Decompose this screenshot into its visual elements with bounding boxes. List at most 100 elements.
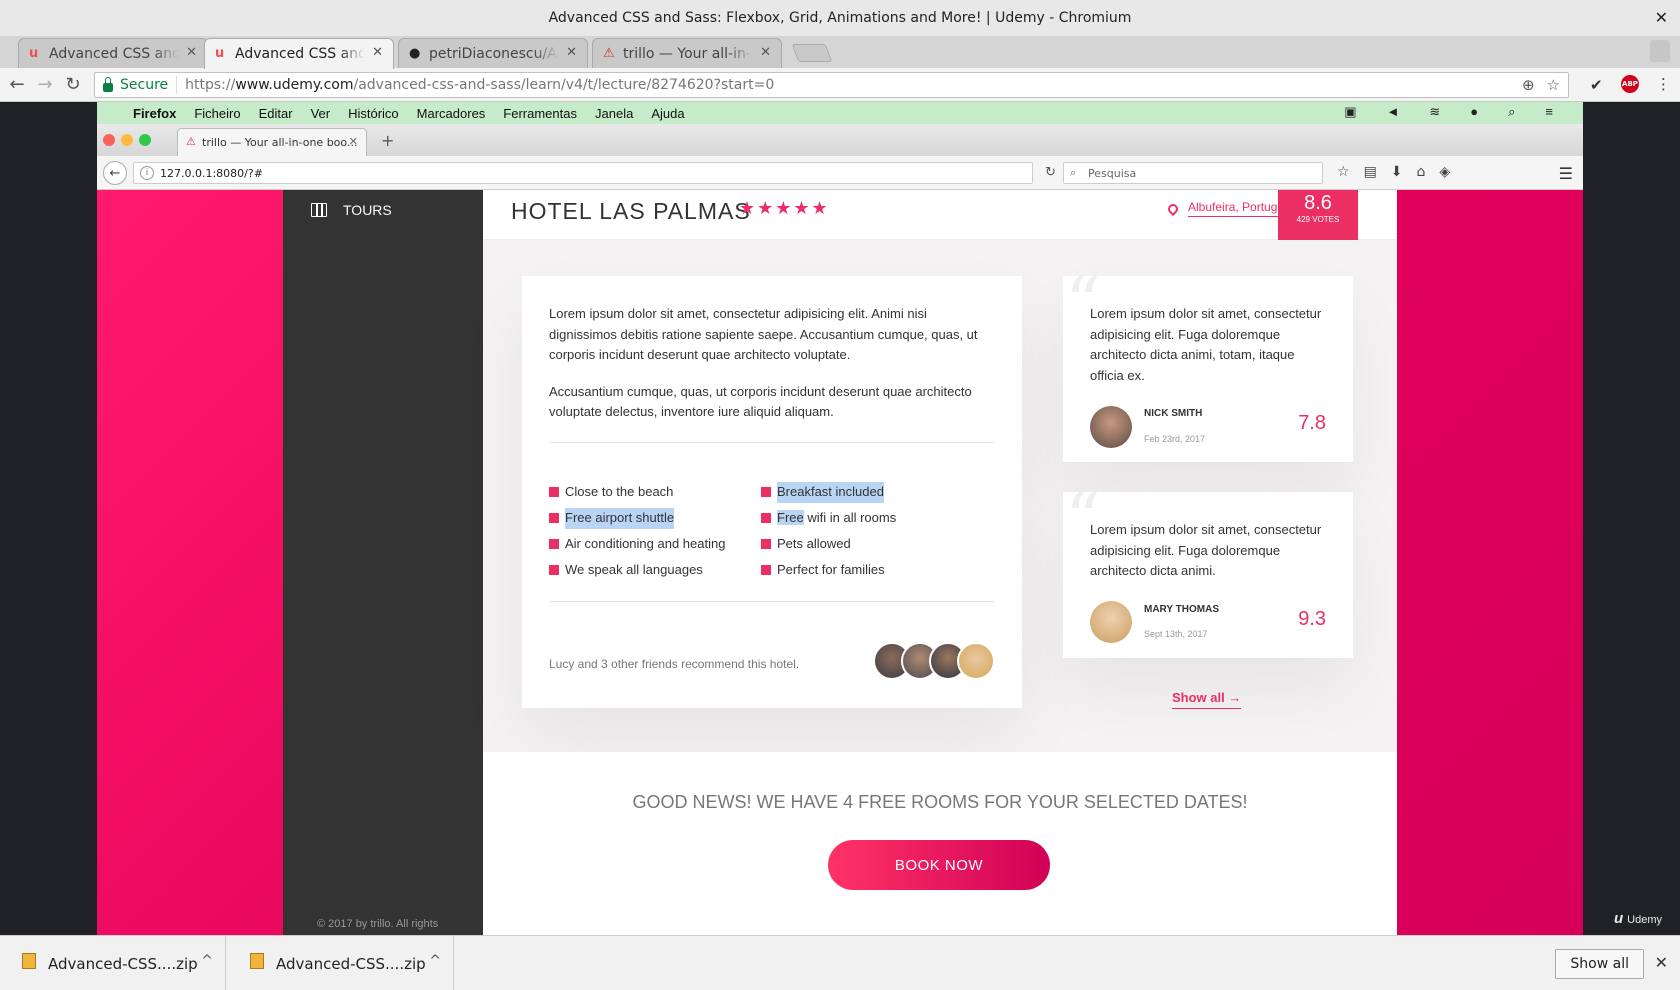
- menu-ver: Ver: [310, 105, 331, 121]
- review-date: Sept 13th, 2017: [1144, 629, 1208, 639]
- menu-janela: Janela: [595, 105, 634, 121]
- download-filename: Advanced-CSS....zip: [48, 954, 198, 973]
- search-icon: ⌕: [1070, 166, 1077, 179]
- tab-close-icon[interactable]: ✕: [760, 45, 771, 60]
- sidebar-item-label: TOURS: [343, 202, 392, 218]
- review-rating: 9.3: [1298, 607, 1326, 630]
- bullet-square-icon: [761, 539, 771, 550]
- feature-item: Breakfast included: [761, 482, 884, 503]
- chrome-menu-icon[interactable]: ⋮: [1656, 75, 1671, 93]
- feature-item: Close to the beach: [549, 482, 673, 503]
- star-rating-icon: ★★★★★: [739, 198, 830, 219]
- firefox-navbar: ← i 127.0.0.1:8080/?# ↻ ⌕ Pesquisa ☆ ▤ ⬇…: [97, 156, 1583, 190]
- notification-icon: ≡: [1545, 104, 1553, 119]
- tab-close-icon[interactable]: ✕: [186, 45, 197, 60]
- udemy-icon: u: [29, 46, 39, 61]
- location-link: Albufeira, Portugal: [1188, 200, 1287, 217]
- bookmark-star-icon[interactable]: ☆: [1547, 76, 1560, 94]
- camera-icon: ▣: [1344, 104, 1357, 119]
- video-player[interactable]: Firefox Ficheiro Editar Ver Histórico Ma…: [0, 102, 1680, 935]
- tab-udemy-1[interactable]: u Advanced CSS and S ✕: [18, 38, 208, 68]
- show-all-link: Show all →: [1172, 690, 1242, 709]
- download-icon: ⬇: [1390, 164, 1403, 180]
- feature-item: Free wifi in all rooms: [761, 508, 896, 529]
- minimize-dot-icon: [121, 134, 133, 146]
- download-item[interactable]: Advanced-CSS....zip ^: [228, 936, 454, 990]
- chevron-up-icon[interactable]: ^: [429, 953, 441, 969]
- forward-icon[interactable]: →: [34, 74, 56, 95]
- udemy-logo-icon: u: [1613, 910, 1624, 927]
- zoom-icon[interactable]: ⊕: [1522, 76, 1535, 94]
- hotel-view: HOTEL LAS PALMAS ★★★★★ Albufeira, Portug…: [483, 190, 1397, 935]
- bullet-square-icon: [549, 565, 559, 576]
- wifi-icon: ≋: [1429, 104, 1441, 119]
- menu-firefox: Firefox: [133, 105, 177, 121]
- tab-title: petriDiaconescu/Adv: [429, 45, 559, 62]
- lock-icon: [103, 76, 113, 92]
- tab-title: trillo — Your all-in-o: [623, 45, 753, 62]
- extension-icon[interactable]: ✔: [1590, 76, 1603, 94]
- window-titlebar: Advanced CSS and Sass: Flexbox, Grid, An…: [0, 0, 1680, 36]
- tab-trillo[interactable]: ⚠ trillo — Your all-in-o ✕: [592, 38, 782, 68]
- firefox-window: ⚠ trillo — Your all-in-one boo... ✕ + ← …: [97, 124, 1583, 935]
- book-now-button: BOOK NOW: [828, 840, 1050, 890]
- cta-section: GOOD NEWS! WE HAVE 4 FREE ROOMS FOR YOUR…: [483, 752, 1397, 935]
- profile-icon[interactable]: [1650, 40, 1670, 62]
- chevron-up-icon[interactable]: ^: [201, 953, 213, 969]
- address-bar[interactable]: Secure https://www.udemy.com/advanced-cs…: [94, 72, 1569, 98]
- hotel-rating: 8.6 429 VOTES: [1278, 190, 1358, 240]
- new-tab-button[interactable]: [791, 44, 833, 62]
- tab-close-icon[interactable]: ✕: [566, 45, 577, 60]
- secure-badge[interactable]: Secure: [95, 76, 178, 94]
- zip-file-icon: [250, 952, 264, 969]
- cta-text: GOOD NEWS! WE HAVE 4 FREE ROOMS FOR YOUR…: [632, 792, 1248, 812]
- window-close-icon[interactable]: ✕: [1655, 8, 1668, 27]
- menu-historico: Histórico: [348, 105, 399, 121]
- menu-ajuda: Ajuda: [651, 105, 685, 121]
- close-shelf-icon[interactable]: ✕: [1655, 953, 1668, 972]
- mac-status-icons: ▣ ◄ ≋ ● ⌕ ≡: [1344, 104, 1571, 120]
- url-text[interactable]: https://www.udemy.com/advanced-css-and-s…: [177, 77, 774, 93]
- tab-title: Advanced CSS and S: [235, 46, 365, 62]
- library-icon: ▤: [1363, 164, 1377, 180]
- review-card: “ Lorem ipsum dolor sit amet, consectetu…: [1063, 484, 1353, 658]
- mac-menubar: Firefox Ficheiro Editar Ver Histórico Ma…: [97, 102, 1583, 124]
- avatar: [1090, 601, 1132, 643]
- tab-udemy-2[interactable]: u Advanced CSS and S ✕: [204, 38, 394, 69]
- spotlight-icon: ⌕: [1508, 104, 1516, 119]
- review-text: Lorem ipsum dolor sit amet, consectetur …: [1090, 306, 1322, 383]
- back-icon[interactable]: ←: [6, 74, 28, 95]
- show-all-downloads-button[interactable]: Show all: [1555, 949, 1644, 979]
- browser-toolbar: ← → ↻ Secure https://www.udemy.com/advan…: [0, 68, 1680, 102]
- tab-strip: u Advanced CSS and S ✕ u Advanced CSS an…: [0, 36, 1680, 69]
- bullet-square-icon: [761, 565, 771, 576]
- firefox-search-placeholder: Pesquisa: [1088, 166, 1137, 180]
- udemy-icon: u: [215, 46, 225, 61]
- review-date: Feb 23rd, 2017: [1144, 433, 1206, 444]
- review-text: Lorem ipsum dolor sit amet, consectetur …: [1090, 522, 1322, 578]
- bullet-square-icon: [549, 487, 559, 498]
- github-icon: ●: [409, 46, 421, 61]
- back-arrow-icon: ←: [103, 161, 127, 185]
- user-icon: ●: [1470, 104, 1479, 119]
- download-item[interactable]: Advanced-CSS....zip ^: [0, 936, 226, 990]
- volume-icon: ◄: [1386, 104, 1400, 119]
- firefox-tab-title: trillo — Your all-in-one boo...: [202, 136, 358, 149]
- adblock-icon[interactable]: ABP: [1621, 75, 1639, 93]
- review-user: Mary Thomas Sept 13th, 2017 9.3: [1090, 600, 1326, 645]
- recommend-section: Lucy and 3 other friends recommend this …: [549, 642, 995, 682]
- review-user-name: Nick Smith: [1144, 408, 1203, 419]
- review-rating: 7.8: [1298, 412, 1326, 434]
- home-icon: ⌂: [1416, 164, 1426, 180]
- download-filename: Advanced-CSS....zip: [276, 954, 426, 973]
- tab-github[interactable]: ● petriDiaconescu/Adv ✕: [398, 38, 588, 68]
- menu-ferramentas: Ferramentas: [503, 105, 577, 121]
- description-paragraph: Accusantium cumque, quas, ut corporis in…: [549, 383, 972, 420]
- reload-icon[interactable]: ↻: [62, 74, 84, 95]
- warning-icon: ⚠: [186, 135, 196, 148]
- feature-item: Perfect for families: [761, 560, 885, 581]
- location-pin-icon: [1165, 201, 1181, 216]
- map-icon: [311, 203, 327, 217]
- bullet-square-icon: [549, 539, 559, 550]
- tab-close-icon[interactable]: ✕: [372, 45, 383, 60]
